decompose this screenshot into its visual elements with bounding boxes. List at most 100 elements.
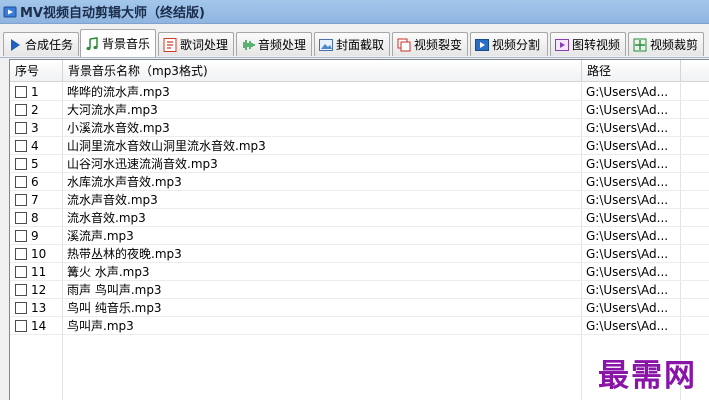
tab-label: 视频裂变: [414, 38, 463, 52]
table-row[interactable]: 11 篝火 水声.mp3 G:\Users\Ad...: [10, 263, 709, 281]
row-path: G:\Users\Ad...: [586, 85, 669, 99]
table-header: 序号 背景音乐名称（mp3格式) 路径: [10, 60, 709, 82]
tab-label: 歌词处理: [180, 38, 229, 52]
row-index: 6: [31, 175, 39, 189]
row-music-name: 雨声 鸟叫声.mp3: [67, 283, 162, 297]
row-checkbox[interactable]: [15, 194, 27, 206]
row-checkbox[interactable]: [15, 284, 27, 296]
table-row[interactable]: 6 水库流水声音效.mp3 G:\Users\Ad...: [10, 173, 709, 191]
tab-label: 视频分割: [492, 38, 541, 52]
row-path: G:\Users\Ad...: [586, 139, 669, 153]
row-path: G:\Users\Ad...: [586, 175, 669, 189]
title-bar: MV视频自动剪辑大师（终结版): [0, 0, 709, 24]
row-path: G:\Users\Ad...: [586, 103, 669, 117]
table-row[interactable]: 5 山谷河水迅速流淌音效.mp3 G:\Users\Ad...: [10, 155, 709, 173]
tab-compose-task[interactable]: 合成任务: [3, 32, 79, 56]
row-checkbox[interactable]: [15, 140, 27, 152]
row-index: 14: [31, 319, 47, 333]
row-checkbox[interactable]: [15, 104, 27, 116]
tab-cover-capture[interactable]: 封面截取: [314, 32, 390, 56]
row-checkbox[interactable]: [15, 230, 27, 242]
row-path: G:\Users\Ad...: [586, 157, 669, 171]
image-icon: [319, 38, 333, 51]
row-path: G:\Users\Ad...: [586, 121, 669, 135]
music-note-icon: [86, 36, 98, 50]
row-index: 10: [31, 247, 47, 261]
row-music-name: 哗哗的流水声.mp3: [67, 85, 170, 99]
row-checkbox[interactable]: [15, 266, 27, 278]
tab-audio-processing[interactable]: 音频处理: [236, 32, 312, 56]
table-row[interactable]: 8 流水音效.mp3 G:\Users\Ad...: [10, 209, 709, 227]
tab-video-crop[interactable]: 视频裁剪: [628, 32, 704, 56]
column-header-filler: [681, 60, 709, 82]
row-checkbox[interactable]: [15, 248, 27, 260]
row-checkbox[interactable]: [15, 212, 27, 224]
row-index: 2: [31, 103, 39, 117]
tab-label: 音频处理: [258, 38, 307, 52]
table-row[interactable]: 1 哗哗的流水声.mp3 G:\Users\Ad...: [10, 83, 709, 101]
row-music-name: 山谷河水迅速流淌音效.mp3: [67, 157, 218, 171]
row-index: 1: [31, 85, 39, 99]
tab-video-fission[interactable]: 视频裂变: [392, 32, 468, 56]
column-header-path[interactable]: 路径: [582, 60, 681, 82]
row-index: 3: [31, 121, 39, 135]
watermark: 最需网: [598, 358, 697, 394]
row-path: G:\Users\Ad...: [586, 265, 669, 279]
table-row[interactable]: 14 鸟叫声.mp3 G:\Users\Ad...: [10, 317, 709, 335]
table-row[interactable]: 10 热带丛林的夜晚.mp3 G:\Users\Ad...: [10, 245, 709, 263]
tab-label: 背景音乐: [102, 37, 151, 51]
video-split-icon: [475, 38, 489, 51]
tab-label: 图转视频: [572, 38, 621, 52]
row-music-name: 篝火 水声.mp3: [67, 265, 150, 279]
row-checkbox[interactable]: [15, 302, 27, 314]
copy-icon: [397, 38, 411, 51]
music-list-view[interactable]: 序号 背景音乐名称（mp3格式) 路径 1 哗哗的流水声.mp3 G:\Users\…: [9, 59, 709, 400]
play-icon: [11, 38, 20, 51]
row-path: G:\Users\Ad...: [586, 319, 669, 333]
row-music-name: 鸟叫 纯音乐.mp3: [67, 301, 162, 315]
picture-to-video-icon: [555, 38, 569, 51]
row-checkbox[interactable]: [15, 158, 27, 170]
row-index: 13: [31, 301, 47, 315]
table-row[interactable]: 13 鸟叫 纯音乐.mp3 G:\Users\Ad...: [10, 299, 709, 317]
tab-picture-to-video[interactable]: 图转视频: [550, 32, 626, 56]
row-music-name: 鸟叫声.mp3: [67, 319, 134, 333]
row-checkbox[interactable]: [15, 320, 27, 332]
tab-background-music[interactable]: 背景音乐: [80, 29, 156, 57]
column-header-index[interactable]: 序号: [10, 60, 63, 82]
waveform-icon: [243, 39, 255, 50]
table-row[interactable]: 9 溪流声.mp3 G:\Users\Ad...: [10, 227, 709, 245]
tab-strip: 合成任务 背景音乐 歌词处理 音频处理 封面截取 视频裂变 视频分割 图转视频 …: [0, 24, 709, 58]
row-index: 11: [31, 265, 47, 279]
app-icon: [3, 6, 17, 17]
row-index: 7: [31, 193, 39, 207]
tab-label: 视频裁剪: [650, 38, 699, 52]
row-index: 9: [31, 229, 39, 243]
lyrics-icon: [163, 37, 177, 52]
column-header-name[interactable]: 背景音乐名称（mp3格式): [63, 60, 582, 82]
row-checkbox[interactable]: [15, 86, 27, 98]
row-index: 4: [31, 139, 39, 153]
row-music-name: 溪流声.mp3: [67, 229, 134, 243]
tab-lyrics-processing[interactable]: 歌词处理: [158, 32, 234, 56]
table-row[interactable]: 12 雨声 鸟叫声.mp3 G:\Users\Ad...: [10, 281, 709, 299]
row-checkbox[interactable]: [15, 122, 27, 134]
row-checkbox[interactable]: [15, 176, 27, 188]
row-path: G:\Users\Ad...: [586, 301, 669, 315]
row-music-name: 热带丛林的夜晚.mp3: [67, 247, 182, 261]
tab-label: 合成任务: [25, 38, 74, 52]
table-row[interactable]: 7 流水声音效.mp3 G:\Users\Ad...: [10, 191, 709, 209]
table-row[interactable]: 2 大河流水声.mp3 G:\Users\Ad...: [10, 101, 709, 119]
row-music-name: 流水音效.mp3: [67, 211, 146, 225]
row-music-name: 小溪流水音效.mp3: [67, 121, 170, 135]
row-music-name: 流水声音效.mp3: [67, 193, 158, 207]
table-row[interactable]: 4 山洞里流水音效山洞里流水音效.mp3 G:\Users\Ad...: [10, 137, 709, 155]
table-row[interactable]: 3 小溪流水音效.mp3 G:\Users\Ad...: [10, 119, 709, 137]
row-path: G:\Users\Ad...: [586, 211, 669, 225]
tab-video-split[interactable]: 视频分割: [470, 32, 548, 56]
row-path: G:\Users\Ad...: [586, 229, 669, 243]
row-index: 5: [31, 157, 39, 171]
crop-icon: [633, 38, 647, 51]
window-title: MV视频自动剪辑大师（终结版): [20, 6, 205, 21]
row-music-name: 水库流水声音效.mp3: [67, 175, 182, 189]
